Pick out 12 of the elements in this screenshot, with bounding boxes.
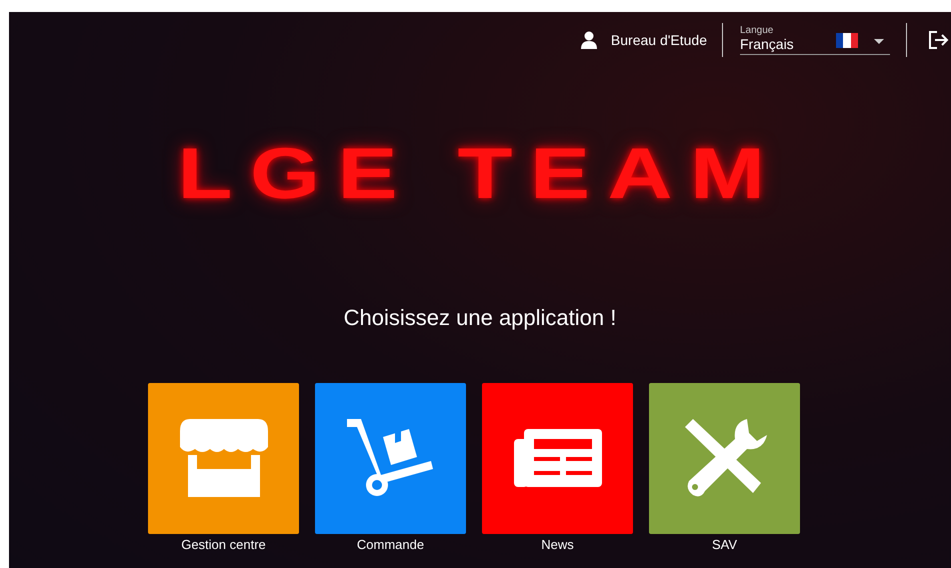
language-value: Français: [740, 36, 795, 52]
shop-icon: [180, 418, 268, 498]
user-name: Bureau d'Etude: [610, 32, 707, 48]
flag-icon: [836, 33, 858, 48]
logout-icon[interactable]: [929, 31, 949, 49]
hand-truck-icon: [346, 418, 434, 498]
prompt-heading: Choisissez une application !: [344, 305, 616, 331]
language-label: Langue: [740, 25, 774, 36]
language-select[interactable]: Langue Français: [740, 25, 890, 55]
caret-icon: [874, 39, 884, 44]
user-icon: [580, 31, 597, 49]
logo: LGE TEAM: [178, 138, 782, 210]
